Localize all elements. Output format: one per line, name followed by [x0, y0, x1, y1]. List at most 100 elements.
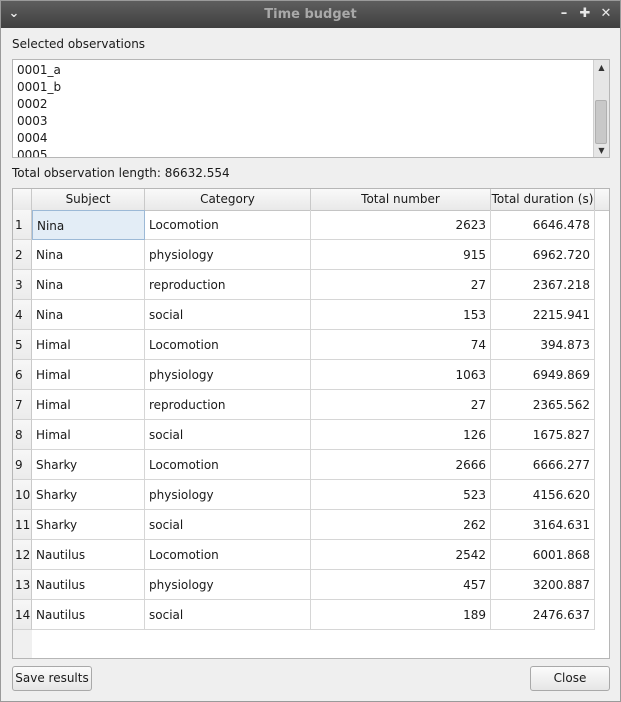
cell-total-duration[interactable]: 394.873: [491, 330, 595, 360]
observation-item[interactable]: 0001_b: [17, 79, 61, 96]
observations-list[interactable]: 0001_a 0001_b 0002 0003 0004 0005 ▲ ▼: [12, 59, 610, 158]
cell-total-duration[interactable]: 6949.869: [491, 360, 595, 390]
scroll-up-arrow-icon[interactable]: ▲: [594, 61, 609, 74]
table-row[interactable]: 8 Himal social 126 1675.827: [13, 420, 595, 450]
table-row[interactable]: 1 Nina Locomotion 2623 6646.478: [13, 210, 595, 240]
cell-category[interactable]: physiology: [145, 480, 311, 510]
column-header-total-duration[interactable]: Total duration (s): [491, 189, 595, 210]
cell-category[interactable]: reproduction: [145, 390, 311, 420]
cell-total-duration[interactable]: 6962.720: [491, 240, 595, 270]
cell-total-duration[interactable]: 3164.631: [491, 510, 595, 540]
title-bar[interactable]: ⌄ Time budget – ✚ ✕: [1, 1, 620, 28]
observation-item[interactable]: 0003: [17, 113, 61, 130]
cell-subject[interactable]: Nina: [32, 210, 145, 240]
table-row[interactable]: 2 Nina physiology 915 6962.720: [13, 240, 595, 270]
cell-total-duration[interactable]: 6646.478: [491, 210, 595, 240]
cell-subject[interactable]: Nina: [32, 240, 145, 270]
cell-total-number[interactable]: 262: [311, 510, 491, 540]
cell-category[interactable]: social: [145, 420, 311, 450]
cell-total-number[interactable]: 2666: [311, 450, 491, 480]
cell-total-number[interactable]: 27: [311, 390, 491, 420]
cell-total-number[interactable]: 457: [311, 570, 491, 600]
cell-category[interactable]: physiology: [145, 570, 311, 600]
cell-total-number[interactable]: 153: [311, 300, 491, 330]
observation-item[interactable]: 0005: [17, 147, 61, 157]
cell-total-number[interactable]: 2623: [311, 210, 491, 240]
row-number[interactable]: 12: [13, 540, 32, 570]
observation-item[interactable]: 0002: [17, 96, 61, 113]
table-row[interactable]: 6 Himal physiology 1063 6949.869: [13, 360, 595, 390]
cell-category[interactable]: Locomotion: [145, 330, 311, 360]
cell-subject[interactable]: Nina: [32, 300, 145, 330]
cell-subject[interactable]: Sharky: [32, 510, 145, 540]
cell-total-number[interactable]: 189: [311, 600, 491, 630]
scrollbar-thumb[interactable]: [595, 100, 607, 144]
cell-total-number[interactable]: 523: [311, 480, 491, 510]
row-number[interactable]: 5: [13, 330, 32, 360]
cell-total-duration[interactable]: 4156.620: [491, 480, 595, 510]
cell-total-number[interactable]: 2542: [311, 540, 491, 570]
cell-category[interactable]: physiology: [145, 360, 311, 390]
cell-category[interactable]: social: [145, 510, 311, 540]
table-row[interactable]: 3 Nina reproduction 27 2367.218: [13, 270, 595, 300]
row-number[interactable]: 6: [13, 360, 32, 390]
cell-total-duration[interactable]: 6001.868: [491, 540, 595, 570]
observation-item[interactable]: 0001_a: [17, 62, 61, 79]
cell-total-duration[interactable]: 2476.637: [491, 600, 595, 630]
cell-total-duration[interactable]: 2215.941: [491, 300, 595, 330]
row-number[interactable]: 14: [13, 600, 32, 630]
column-header-category[interactable]: Category: [145, 189, 311, 210]
row-number[interactable]: 8: [13, 420, 32, 450]
table-row[interactable]: 4 Nina social 153 2215.941: [13, 300, 595, 330]
cell-subject[interactable]: Nautilus: [32, 600, 145, 630]
row-number[interactable]: 10: [13, 480, 32, 510]
scroll-down-arrow-icon[interactable]: ▼: [594, 144, 609, 157]
cell-total-number[interactable]: 1063: [311, 360, 491, 390]
cell-subject[interactable]: Sharky: [32, 450, 145, 480]
cell-category[interactable]: physiology: [145, 240, 311, 270]
cell-subject[interactable]: Himal: [32, 360, 145, 390]
cell-subject[interactable]: Sharky: [32, 480, 145, 510]
cell-total-number[interactable]: 27: [311, 270, 491, 300]
column-header-subject[interactable]: Subject: [32, 189, 145, 210]
cell-category[interactable]: Locomotion: [145, 210, 311, 240]
minimize-icon[interactable]: –: [556, 6, 572, 22]
observations-scrollbar[interactable]: ▲ ▼: [593, 60, 609, 157]
cell-total-duration[interactable]: 6666.277: [491, 450, 595, 480]
cell-category[interactable]: reproduction: [145, 270, 311, 300]
row-number[interactable]: 7: [13, 390, 32, 420]
table-row[interactable]: 14 Nautilus social 189 2476.637: [13, 600, 595, 630]
table-row[interactable]: 10 Sharky physiology 523 4156.620: [13, 480, 595, 510]
cell-subject[interactable]: Himal: [32, 390, 145, 420]
row-number[interactable]: 3: [13, 270, 32, 300]
cell-category[interactable]: social: [145, 600, 311, 630]
cell-total-number[interactable]: 915: [311, 240, 491, 270]
close-button[interactable]: Close: [530, 666, 610, 691]
table-row[interactable]: 11 Sharky social 262 3164.631: [13, 510, 595, 540]
corner-header[interactable]: [13, 189, 32, 210]
cell-total-duration[interactable]: 3200.887: [491, 570, 595, 600]
cell-category[interactable]: Locomotion: [145, 450, 311, 480]
cell-subject[interactable]: Himal: [32, 330, 145, 360]
cell-category[interactable]: Locomotion: [145, 540, 311, 570]
column-header-total-number[interactable]: Total number: [311, 189, 491, 210]
table-row[interactable]: 5 Himal Locomotion 74 394.873: [13, 330, 595, 360]
row-number[interactable]: 9: [13, 450, 32, 480]
cell-subject[interactable]: Nina: [32, 270, 145, 300]
table-row[interactable]: 13 Nautilus physiology 457 3200.887: [13, 570, 595, 600]
row-number[interactable]: 2: [13, 240, 32, 270]
table-row[interactable]: 9 Sharky Locomotion 2666 6666.277: [13, 450, 595, 480]
observation-item[interactable]: 0004: [17, 130, 61, 147]
cell-total-duration[interactable]: 2367.218: [491, 270, 595, 300]
row-number[interactable]: 13: [13, 570, 32, 600]
row-number[interactable]: 1: [13, 210, 32, 240]
cell-subject[interactable]: Nautilus: [32, 540, 145, 570]
cell-total-duration[interactable]: 1675.827: [491, 420, 595, 450]
cell-total-duration[interactable]: 2365.562: [491, 390, 595, 420]
table-row[interactable]: 12 Nautilus Locomotion 2542 6001.868: [13, 540, 595, 570]
close-icon[interactable]: ✕: [598, 6, 614, 22]
row-number[interactable]: 4: [13, 300, 32, 330]
maximize-icon[interactable]: ✚: [577, 6, 593, 22]
table-row[interactable]: 7 Himal reproduction 27 2365.562: [13, 390, 595, 420]
cell-subject[interactable]: Nautilus: [32, 570, 145, 600]
